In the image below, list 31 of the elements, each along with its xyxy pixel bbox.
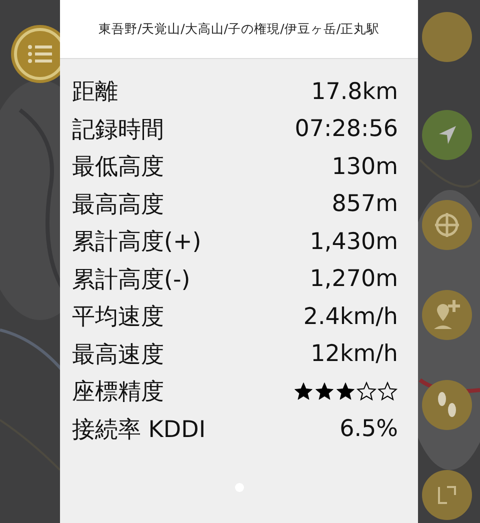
stat-label: 最低高度 <box>72 153 164 182</box>
stat-label: 記録時間 <box>72 116 164 145</box>
stat-value: 07:28:56 <box>294 116 398 142</box>
stat-label: 接続率 KDDI <box>72 416 206 445</box>
arrow-icon <box>437 125 457 145</box>
stat-value: 6.5% <box>340 416 398 442</box>
stat-label: 座標精度 <box>72 378 164 408</box>
stat-label: 最高高度 <box>72 190 164 220</box>
stat-value: 130m <box>332 154 398 180</box>
star-icon <box>314 381 335 402</box>
stat-value: 1,430m <box>310 228 398 255</box>
star-icon <box>335 381 356 402</box>
stat-label: 累計高度(-) <box>72 266 190 295</box>
add-pin-icon <box>434 300 460 330</box>
star-icon <box>356 381 377 402</box>
stat-value: 1,270m <box>310 266 398 292</box>
route-icon <box>436 484 458 506</box>
footprints-icon <box>435 390 459 420</box>
star-icon <box>377 381 398 402</box>
stat-value: 17.8km <box>311 78 398 105</box>
menu-icon <box>27 44 53 64</box>
star-icon <box>293 381 314 402</box>
stat-label: 距離 <box>72 78 118 108</box>
stat-value: 857m <box>332 191 398 218</box>
route-title: 東吾野/天覚山/大高山/子の権現/伊豆ヶ岳/正丸駅 <box>98 20 380 38</box>
stat-label: 累計高度(+) <box>72 228 202 258</box>
stat-label: 平均速度 <box>72 303 164 332</box>
crosshair-icon <box>434 212 460 238</box>
stat-label: 最高速度 <box>72 340 164 370</box>
stat-value: 12km/h <box>310 341 398 368</box>
stat-value: 2.4km/h <box>303 304 398 330</box>
